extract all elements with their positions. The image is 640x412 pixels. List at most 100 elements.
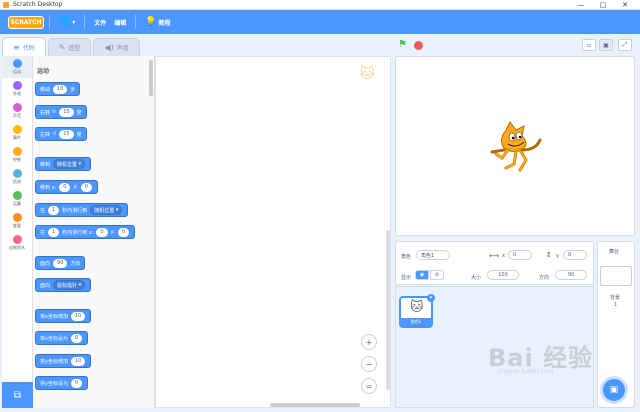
category-item[interactable]: 运算 [2,188,32,210]
show-visible-toggle[interactable]: ◉ [415,270,429,280]
category-dot-icon [12,125,22,134]
lightbulb-icon: 💡 [145,17,157,27]
category-dot-icon [12,103,22,112]
globe-icon: 🌐 [59,17,71,27]
category-item[interactable]: 自制积木 [2,232,32,254]
category-dot-icon [12,169,22,178]
fullscreen-icon: ⤢ [622,41,628,48]
stage-panel-title: 舞台 [609,249,620,255]
block-change-y[interactable]: 将y坐标增加 10 [35,354,92,368]
block-goto[interactable]: 移到 随机位置 ▾ [35,157,92,171]
category-item[interactable]: 侦测 [2,166,32,188]
block-goto-xy[interactable]: 移到 x: 0 y: 0 [35,180,98,194]
sprite-name-input[interactable]: 角色1 [416,250,450,260]
category-label: 外观 [13,91,21,96]
palette-category-title: 运动 [37,68,50,75]
chevron-down-icon: ▾ [72,18,76,26]
zoom-in-button[interactable]: + [361,334,377,350]
x-input[interactable]: 0 [508,250,532,260]
backdrops-label: 背景 [610,295,621,301]
tab-sounds[interactable]: ◀) 声音 [93,38,140,56]
speaker-icon: ◀) [104,43,114,52]
stop-button[interactable] [414,41,423,50]
workspace-horizontal-scrollbar[interactable] [270,403,360,407]
category-item[interactable]: 控制 [2,144,32,166]
watermark-url: jingyan.baidu.com [498,368,554,375]
green-flag-icon[interactable]: ⚑ [398,40,408,50]
block-turn-right[interactable]: 右转 ↻ 15 度 [35,105,87,119]
editor-tabs: ≡ 代码 ✎ 造型 ◀) 声音 [0,37,140,56]
direction-label: 方向 [539,275,550,281]
category-dot-icon [12,81,22,90]
rotate-left-icon: ↺ [52,131,57,137]
block-point-direction[interactable]: 面向 90 方向 [35,256,86,270]
edit-menu[interactable]: 编辑 [114,18,126,27]
block-change-x[interactable]: 将x坐标增加 10 [35,309,92,323]
category-label: 控制 [13,157,21,162]
category-dot-icon [12,191,22,200]
tab-code[interactable]: ≡ 代码 [2,37,46,56]
block-glide-xy[interactable]: 在 1 秒内滑行到 x: 0 y: 0 [35,225,136,239]
app-icon [3,1,9,8]
sprite-name-label: 角色 [401,254,412,260]
sprite-thumbnail[interactable]: 🐱 角色1 ✕ [399,294,435,328]
palette-scrollbar[interactable] [149,60,153,96]
zoom-out-button[interactable]: − [361,356,377,372]
category-label: 侦测 [13,179,21,184]
fullscreen-button[interactable]: ⤢ [618,39,632,51]
zoom-reset-button[interactable]: = [361,378,377,394]
workspace-vertical-scrollbar[interactable] [386,230,390,390]
language-menu[interactable]: 🌐 ▾ [59,17,75,27]
large-stage-button[interactable]: ▣ [599,39,613,51]
workspace-sprite-icon: 🐱 [360,66,375,82]
title-bar: Scratch Desktop — □ ✕ [0,0,640,10]
category-item[interactable]: 外观 [2,78,32,100]
small-stage-button[interactable]: ▫ [582,39,596,51]
direction-input[interactable]: 90 [555,270,587,280]
block-point-towards[interactable]: 面向 鼠标指针 ▾ [35,278,92,292]
block-glide-to[interactable]: 在 1 秒内滑行到 随机位置 ▾ [35,203,129,217]
block-set-y[interactable]: 将y坐标设为 0 [35,376,89,390]
category-item[interactable]: 声音 [2,100,32,122]
stage-thumbnail[interactable] [600,266,632,286]
extension-icon: ⧉ [13,389,22,401]
delete-sprite-button[interactable]: ✕ [427,294,435,302]
backdrop-icon: ▣ [609,385,619,395]
eye-icon: ◉ [419,272,425,278]
category-label: 事件 [13,135,21,140]
category-label: 运动 [13,69,21,74]
backdrops-count: 1 [614,302,618,308]
block-move-steps[interactable]: 移动 10 步 [35,82,81,96]
large-stage-icon: ▣ [603,41,609,49]
eye-slash-icon: ⊘ [434,272,440,278]
category-item[interactable]: 变量 [2,210,32,232]
maximize-button[interactable]: □ [592,0,614,10]
y-input[interactable]: 0 [563,250,587,260]
scratch-logo[interactable]: SCRATCH [8,15,44,29]
cat-sprite[interactable] [486,120,546,176]
code-icon: ≡ [13,42,20,52]
add-extension-button[interactable]: ⧉ [2,382,33,408]
file-menu[interactable]: 文件 [94,18,106,27]
category-dot-icon [12,59,22,68]
category-item[interactable]: 运动 [2,56,32,78]
tab-costumes[interactable]: ✎ 造型 [47,38,92,56]
menu-bar: SCRATCH 🌐 ▾ 文件 编辑 💡 教程 [0,10,640,34]
category-label: 变量 [13,223,21,228]
tutorials-menu[interactable]: 💡 教程 [145,17,170,27]
y-arrows-icon: ↕ [546,251,552,259]
choose-backdrop-button[interactable]: ▣ [603,379,625,401]
minimize-button[interactable]: — [570,0,592,10]
category-dot-icon [12,213,22,222]
app-window: Scratch Desktop — □ ✕ SCRATCH 🌐 ▾ 文件 编辑 💡… [0,0,640,412]
block-set-x[interactable]: 将x坐标设为 0 [35,331,89,345]
hide-toggle[interactable]: ⊘ [430,270,444,280]
block-turn-left[interactable]: 左转 ↺ 15 度 [35,127,87,141]
category-item[interactable]: 事件 [2,122,32,144]
size-input[interactable]: 100 [487,270,519,280]
cat-thumb-icon: 🐱 [410,300,424,315]
category-label: 运算 [13,201,21,206]
script-workspace[interactable] [155,56,391,408]
category-label: 声音 [13,113,21,118]
close-button[interactable]: ✕ [614,0,636,10]
